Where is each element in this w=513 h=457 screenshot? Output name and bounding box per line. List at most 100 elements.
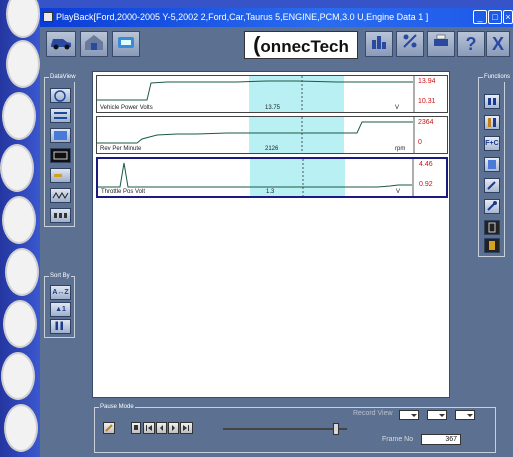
app-icon <box>43 12 53 22</box>
graph-unit: V <box>396 189 401 195</box>
step-forward-icon <box>172 425 175 431</box>
pencil-icon <box>487 181 496 190</box>
sort-order-button[interactable]: ▲1 <box>50 302 71 317</box>
step-back-icon <box>160 425 163 431</box>
playback-slider[interactable] <box>223 423 347 435</box>
logo-text: onnecTech <box>260 37 349 56</box>
graph-min: 0 <box>418 139 422 146</box>
device-icon <box>489 241 495 250</box>
garage-button[interactable] <box>80 31 108 57</box>
playback-window: PlayBack[Ford,2000-2005 Y-5,2002 2,Ford,… <box>40 8 513 457</box>
stop-icon <box>134 425 138 430</box>
sort-alpha-button[interactable]: A↔Z <box>50 285 71 300</box>
graph-max: 2364 <box>418 119 434 126</box>
graph-name: Vehicle Power Volts <box>100 105 153 111</box>
print-button[interactable] <box>427 31 455 57</box>
record-view-select-3[interactable] <box>455 410 475 420</box>
graph-panel[interactable]: Rev Per Minute 2126 rpm 2364 0 <box>96 116 448 154</box>
frame-no-label: Frame No <box>382 436 414 443</box>
graph-unit: V <box>395 105 400 111</box>
graph-panel[interactable]: Vehicle Power Volts 13.75 V 13.94 10.31 <box>96 75 448 113</box>
dataview-group: DataView <box>44 72 77 227</box>
save-icon <box>488 160 496 169</box>
record-icon <box>488 98 496 105</box>
skip-end-icon <box>183 425 189 431</box>
percent-icon <box>403 34 417 48</box>
help-button[interactable]: ? <box>457 31 485 57</box>
decorative-oval <box>2 196 36 244</box>
step-forward-button[interactable] <box>168 422 179 434</box>
graph-unit: rpm <box>395 146 406 152</box>
frame-number-field[interactable]: 367 <box>421 434 461 445</box>
desktop-top-strip <box>40 0 513 8</box>
dataview-graph-button[interactable] <box>50 88 71 103</box>
fn-meter-button[interactable] <box>484 220 500 235</box>
slider-thumb[interactable] <box>333 423 339 435</box>
fn-pause-button[interactable] <box>484 115 500 130</box>
vehicle-select-button[interactable] <box>46 31 76 57</box>
dataview-bar-button[interactable] <box>50 168 71 183</box>
dial-icon <box>54 90 66 102</box>
bar-icon <box>54 174 62 177</box>
list-icon <box>54 112 67 119</box>
skip-start-icon <box>146 425 152 431</box>
digital-display-icon <box>53 151 68 160</box>
fn-record-button[interactable] <box>484 94 500 109</box>
functions-group: Functions F+C <box>478 72 512 257</box>
decorative-oval <box>6 0 40 38</box>
scanner-icon <box>118 37 134 48</box>
decorative-oval <box>2 92 36 140</box>
desktop-background <box>0 0 40 457</box>
pause-mode-group: Pause Mode Record View Frame No 367 <box>94 402 496 453</box>
maximize-button[interactable]: □ <box>488 10 502 24</box>
dataview-label: DataView <box>49 72 77 82</box>
waveform-icon <box>52 192 69 199</box>
graph-max: 4.46 <box>419 161 433 168</box>
dataview-wave-button[interactable] <box>50 188 71 203</box>
sort-custom-button[interactable]: ▌▌ <box>50 319 71 334</box>
dataview-digital-button[interactable] <box>50 148 71 163</box>
graph-value: 13.75 <box>265 105 281 111</box>
pencil-icon <box>105 424 113 432</box>
fn-convert-button[interactable]: F+C <box>484 136 500 151</box>
graph-highlight <box>250 159 345 196</box>
fn-edit-button[interactable] <box>484 178 500 193</box>
settings-button[interactable] <box>396 31 424 57</box>
pause-icon <box>488 118 496 127</box>
first-frame-button[interactable] <box>143 422 155 434</box>
decorative-oval <box>6 40 40 88</box>
sortby-group: Sort By A↔Z ▲1 ▌▌ <box>44 271 75 338</box>
exit-button[interactable]: X <box>486 31 510 57</box>
fn-tools-button[interactable] <box>484 199 500 214</box>
title-bar[interactable]: PlayBack[Ford,2000-2005 Y-5,2002 2,Ford,… <box>40 8 513 27</box>
decorative-oval <box>0 144 34 192</box>
graph-max: 13.94 <box>418 78 436 85</box>
dataview-split-button[interactable] <box>50 128 71 143</box>
close-window-button[interactable]: × <box>503 10 513 24</box>
grid-icon <box>54 213 67 218</box>
graph-min: 0.92 <box>419 181 433 188</box>
fn-save-button[interactable] <box>484 157 500 172</box>
wrench-icon <box>487 201 497 211</box>
last-frame-button[interactable] <box>180 422 193 434</box>
graph-name: Rev Per Minute <box>100 146 142 152</box>
decorative-oval <box>3 300 37 348</box>
split-icon <box>54 131 67 140</box>
graph-panel-selected[interactable]: Throttle Pos Volt 1.3 V 4.46 0.92 <box>96 157 448 198</box>
dataview-list-button[interactable] <box>50 108 71 123</box>
record-view-select-1[interactable] <box>399 410 419 420</box>
fn-device-button[interactable] <box>484 238 500 253</box>
vehicle-icon <box>51 39 71 50</box>
step-back-button[interactable] <box>156 422 167 434</box>
chart-view-button[interactable] <box>365 31 393 57</box>
minimize-button[interactable]: _ <box>473 10 487 24</box>
toolbar: (onnecTech ? X <box>40 27 513 64</box>
scan-tool-button[interactable] <box>112 31 140 57</box>
stop-button[interactable] <box>131 422 141 434</box>
edit-button[interactable] <box>103 422 115 434</box>
dataview-grid-button[interactable] <box>50 208 71 223</box>
window-title: PlayBack[Ford,2000-2005 Y-5,2002 2,Ford,… <box>56 12 429 22</box>
record-view-label: Record View <box>353 410 393 417</box>
decorative-oval <box>1 352 35 400</box>
record-view-select-2[interactable] <box>427 410 447 420</box>
